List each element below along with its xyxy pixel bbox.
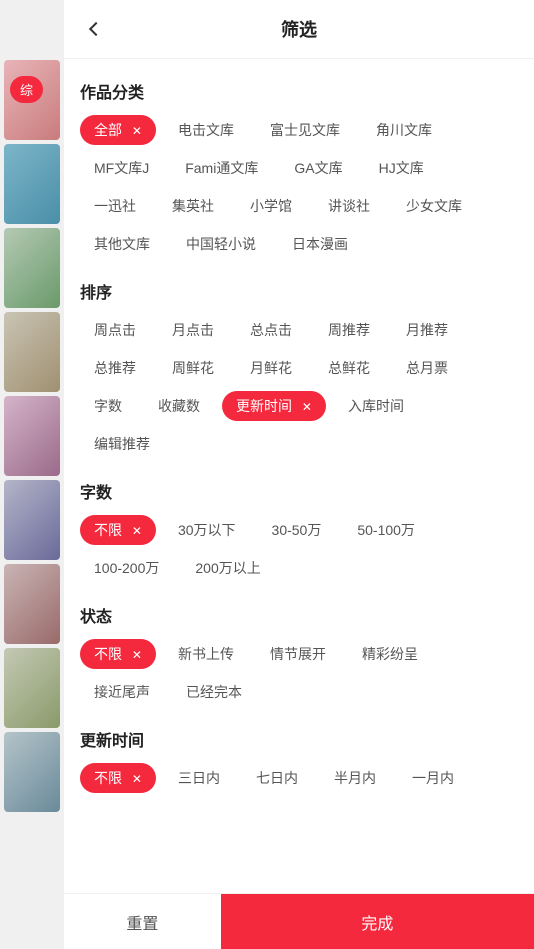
tag-yiyuenei[interactable]: 一月内 — [398, 763, 468, 793]
tag-qirinei[interactable]: 七日内 — [242, 763, 312, 793]
sort-tags-row-3: 字数 收藏数 更新时间 ✕ 入库时间 — [80, 391, 518, 421]
tag-zongxianhua[interactable]: 总鲜花 — [314, 353, 384, 383]
left-tab-indicator[interactable]: 综 — [10, 76, 43, 103]
filter-panel: 筛选 作品分类 全部 ✕ 电击文库 富士见文库 角川文库 MF文库J Fami通… — [64, 0, 534, 949]
tag-30wan[interactable]: 30万以下 — [164, 515, 250, 545]
tag-fujimiwenku[interactable]: 富士见文库 — [256, 115, 354, 145]
update-time-section: 更新时间 不限 ✕ 三日内 七日内 半月内 一月内 — [80, 727, 518, 793]
background-panel — [0, 0, 64, 949]
tag-status-buxian[interactable]: 不限 ✕ — [80, 639, 156, 669]
book-cover-9 — [4, 732, 60, 812]
tag-zishu[interactable]: 字数 — [80, 391, 136, 421]
book-cover-3 — [4, 228, 60, 308]
status-tags-row-2: 接近尾声 已经完本 — [80, 677, 518, 707]
back-button[interactable] — [80, 13, 112, 45]
tag-jiaochwenku[interactable]: 角川文库 — [362, 115, 446, 145]
tag-famiwenku[interactable]: Fami通文库 — [171, 153, 272, 183]
book-cover-2 — [4, 144, 60, 224]
update-time-title: 更新时间 — [80, 727, 518, 751]
tag-jiyingshe[interactable]: 集英社 — [158, 191, 228, 221]
tag-jingcaifenchen[interactable]: 精彩纷呈 — [348, 639, 432, 669]
sort-tags-row-4: 编辑推荐 — [80, 429, 518, 459]
tag-zhongguoqingxiaoshuo[interactable]: 中国轻小说 — [172, 229, 270, 259]
tag-zhoudianjie[interactable]: 周点击 — [80, 315, 150, 345]
tag-zongyuepiao[interactable]: 总月票 — [392, 353, 462, 383]
tag-hjwenku[interactable]: HJ文库 — [365, 153, 438, 183]
tag-shaonuwenku[interactable]: 少女文库 — [392, 191, 476, 221]
update-time-tags-row-1: 不限 ✕ 三日内 七日内 半月内 一月内 — [80, 763, 518, 793]
book-cover-5 — [4, 396, 60, 476]
book-cover-4 — [4, 312, 60, 392]
book-cover-8 — [4, 648, 60, 728]
tag-updatetime-buxian[interactable]: 不限 ✕ — [80, 763, 156, 793]
tag-xinshushangchuan[interactable]: 新书上传 — [164, 639, 248, 669]
tag-zhouxianhua[interactable]: 周鲜花 — [158, 353, 228, 383]
tag-200wan[interactable]: 200万以上 — [181, 553, 274, 583]
tag-ribenmanhua[interactable]: 日本漫画 — [278, 229, 362, 259]
sort-section: 排序 周点击 月点击 总点击 周推荐 月推荐 总推荐 周鲜花 月鲜花 总鲜花 总… — [80, 279, 518, 459]
category-tags-row-3: 一迅社 集英社 小学馆 讲谈社 少女文库 — [80, 191, 518, 221]
wordcount-tags-row-1: 不限 ✕ 30万以下 30-50万 50-100万 — [80, 515, 518, 545]
sort-title: 排序 — [80, 279, 518, 303]
tag-sanrinei[interactable]: 三日内 — [164, 763, 234, 793]
tag-yuetijian[interactable]: 月推荐 — [392, 315, 462, 345]
tag-bianjituijian[interactable]: 编辑推荐 — [80, 429, 164, 459]
category-title: 作品分类 — [80, 79, 518, 103]
tag-all[interactable]: 全部 ✕ — [80, 115, 156, 145]
tag-jiangtianshe[interactable]: 讲谈社 — [314, 191, 384, 221]
status-title: 状态 — [80, 603, 518, 627]
tag-30-50wan[interactable]: 30-50万 — [258, 515, 336, 545]
tag-xiaoxueguan[interactable]: 小学馆 — [236, 191, 306, 221]
tag-zhoutijian[interactable]: 周推荐 — [314, 315, 384, 345]
book-cover-6 — [4, 480, 60, 560]
filter-title: 筛选 — [281, 16, 317, 42]
wordcount-section: 字数 不限 ✕ 30万以下 30-50万 50-100万 100-200万 20… — [80, 479, 518, 583]
book-cover-7 — [4, 564, 60, 644]
filter-content: 作品分类 全部 ✕ 电击文库 富士见文库 角川文库 MF文库J Fami通文库 … — [64, 59, 534, 893]
tag-zongdianjie[interactable]: 总点击 — [236, 315, 306, 345]
tag-genxinshijian[interactable]: 更新时间 ✕ — [222, 391, 326, 421]
back-arrow-icon — [89, 22, 103, 36]
tag-dianjiwenku[interactable]: 电击文库 — [164, 115, 248, 145]
tag-qitawenku[interactable]: 其他文库 — [80, 229, 164, 259]
status-tags-row-1: 不限 ✕ 新书上传 情节展开 精彩纷呈 — [80, 639, 518, 669]
tag-zongtijian[interactable]: 总推荐 — [80, 353, 150, 383]
tag-gawenku[interactable]: GA文库 — [280, 153, 356, 183]
tag-50-100wan[interactable]: 50-100万 — [343, 515, 429, 545]
sort-tags-row-2: 总推荐 周鲜花 月鲜花 总鲜花 总月票 — [80, 353, 518, 383]
tag-yizhenshe[interactable]: 一迅社 — [80, 191, 150, 221]
sort-tags-row-1: 周点击 月点击 总点击 周推荐 月推荐 — [80, 315, 518, 345]
category-tags-row-4: 其他文库 中国轻小说 日本漫画 — [80, 229, 518, 259]
tag-yuexianhua[interactable]: 月鲜花 — [236, 353, 306, 383]
category-tags-row-2: MF文库J Fami通文库 GA文库 HJ文库 — [80, 153, 518, 183]
tag-jiejinyisheng[interactable]: 接近尾声 — [80, 677, 164, 707]
tag-yijingwanben[interactable]: 已经完本 — [172, 677, 256, 707]
filter-footer: 重置 完成 — [64, 893, 534, 949]
filter-header: 筛选 — [64, 0, 534, 59]
tag-shoucangshuo[interactable]: 收藏数 — [144, 391, 214, 421]
tag-yuedianjie[interactable]: 月点击 — [158, 315, 228, 345]
tag-wordcount-buxian[interactable]: 不限 ✕ — [80, 515, 156, 545]
wordcount-title: 字数 — [80, 479, 518, 503]
tag-100-200wan[interactable]: 100-200万 — [80, 553, 173, 583]
tag-qingjianzhankai[interactable]: 情节展开 — [256, 639, 340, 669]
tag-mfwenkuj[interactable]: MF文库J — [80, 153, 163, 183]
reset-button[interactable]: 重置 — [64, 894, 221, 949]
category-section: 作品分类 全部 ✕ 电击文库 富士见文库 角川文库 MF文库J Fami通文库 … — [80, 79, 518, 259]
tag-rukushijian[interactable]: 入库时间 — [334, 391, 418, 421]
wordcount-tags-row-2: 100-200万 200万以上 — [80, 553, 518, 583]
status-section: 状态 不限 ✕ 新书上传 情节展开 精彩纷呈 接近尾声 已经完本 — [80, 603, 518, 707]
tag-banyuenei[interactable]: 半月内 — [320, 763, 390, 793]
category-tags-row-1: 全部 ✕ 电击文库 富士见文库 角川文库 — [80, 115, 518, 145]
confirm-button[interactable]: 完成 — [221, 894, 534, 949]
